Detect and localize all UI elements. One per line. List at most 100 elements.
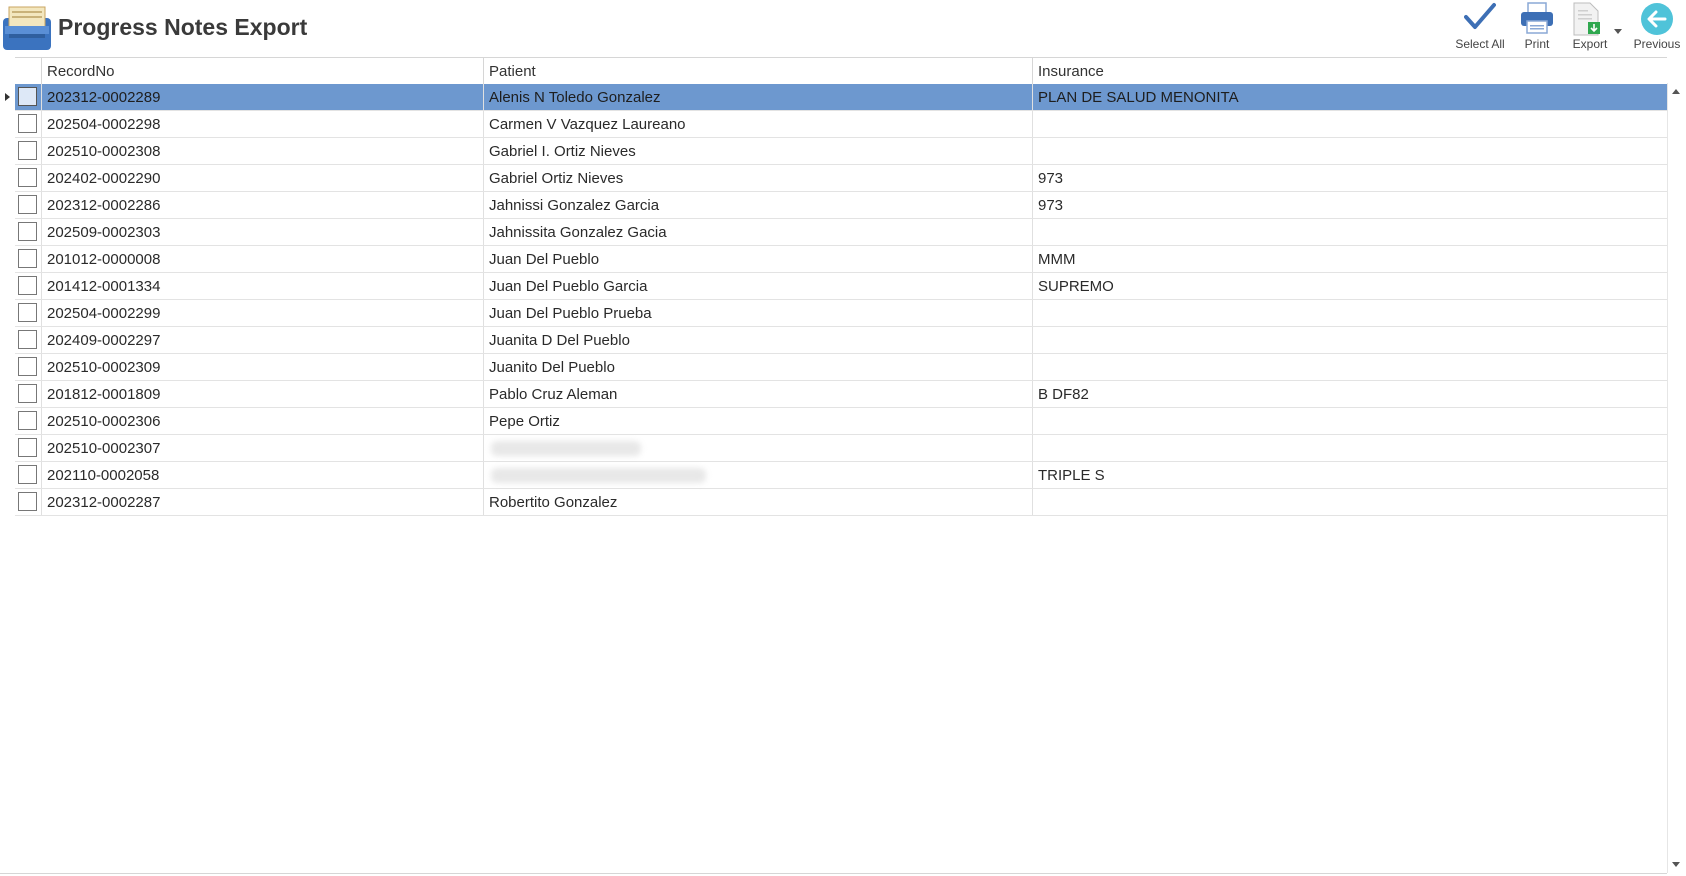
table-row[interactable]: 202409-0002297 Juanita D Del Pueblo	[15, 327, 1667, 354]
cell-patient: Pepe Ortiz	[483, 408, 1032, 434]
cell-insurance	[1032, 354, 1667, 380]
row-checkbox[interactable]	[18, 249, 37, 268]
row-checkbox[interactable]	[18, 276, 37, 295]
cell-insurance	[1032, 408, 1667, 434]
print-button[interactable]: Print	[1516, 0, 1558, 54]
row-checkbox[interactable]	[18, 168, 37, 187]
cell-patient: Jahnissita Gonzalez Gacia	[483, 219, 1032, 245]
table-row[interactable]: 202402-0002290 Gabriel Ortiz Nieves 973	[15, 165, 1667, 192]
app-icon	[3, 4, 53, 50]
header-bar: Progress Notes Export Select All Print E…	[0, 0, 1686, 57]
cell-insurance: MMM	[1032, 246, 1667, 272]
row-checkbox-cell	[15, 111, 41, 137]
table-row[interactable]: 202504-0002298 Carmen V Vazquez Laureano	[15, 111, 1667, 138]
printer-icon	[1520, 2, 1554, 39]
back-arrow-icon	[1640, 2, 1674, 41]
table-row[interactable]: 202510-0002308 Gabriel I. Ortiz Nieves	[15, 138, 1667, 165]
cell-patient: Robertito Gonzalez	[483, 489, 1032, 515]
grid-bottom-border	[0, 873, 1667, 874]
table-row[interactable]: 202312-0002286 Jahnissi Gonzalez Garcia 97…	[15, 192, 1667, 219]
cell-recordno: 202510-0002307	[41, 435, 483, 461]
cell-recordno: 201812-0001809	[41, 381, 483, 407]
cell-insurance: 973	[1032, 192, 1667, 218]
row-checkbox[interactable]	[18, 465, 37, 484]
column-header-recordno[interactable]: RecordNo	[41, 58, 483, 84]
row-checkbox-cell	[15, 246, 41, 272]
checkmark-icon	[1464, 2, 1496, 37]
scroll-up-icon[interactable]	[1672, 89, 1680, 94]
row-checkbox-cell	[15, 381, 41, 407]
cell-patient: Alenis N Toledo Gonzalez	[483, 84, 1032, 110]
cell-patient: Juanita D Del Pueblo	[483, 327, 1032, 353]
cell-patient: Juan Del Pueblo	[483, 246, 1032, 272]
table-row[interactable]: 202110-0002058 TRIPLE S	[15, 462, 1667, 489]
row-checkbox-cell	[15, 138, 41, 164]
cell-insurance	[1032, 219, 1667, 245]
cell-patient: Gabriel I. Ortiz Nieves	[483, 138, 1032, 164]
previous-label: Previous	[1633, 37, 1681, 51]
grid-header: RecordNo Patient Insurance	[15, 57, 1667, 85]
cell-patient: Gabriel Ortiz Nieves	[483, 165, 1032, 191]
row-checkbox-cell	[5, 84, 41, 110]
cell-insurance	[1032, 327, 1667, 353]
export-button[interactable]: Export	[1564, 0, 1626, 54]
table-row[interactable]: 201812-0001809 Pablo Cruz Aleman B DF82	[15, 381, 1667, 408]
table-row[interactable]: 202312-0002289 Alenis N Toledo Gonzalez PL…	[5, 84, 1667, 111]
table-row[interactable]: 202504-0002299 Juan Del Pueblo Prueba	[15, 300, 1667, 327]
export-document-icon	[1572, 2, 1606, 41]
cell-recordno: 202504-0002298	[41, 111, 483, 137]
cell-patient: Juan Del Pueblo Garcia	[483, 273, 1032, 299]
row-checkbox[interactable]	[18, 195, 37, 214]
cell-insurance: PLAN DE SALUD MENONITA	[1032, 84, 1667, 110]
table-row[interactable]: 202509-0002303 Jahnissita Gonzalez Gacia	[15, 219, 1667, 246]
row-checkbox[interactable]	[18, 141, 37, 160]
row-checkbox[interactable]	[18, 411, 37, 430]
row-checkbox-cell	[15, 462, 41, 488]
row-checkbox[interactable]	[18, 114, 37, 133]
export-label: Export	[1572, 37, 1608, 51]
cell-insurance	[1032, 300, 1667, 326]
table-row[interactable]: 201412-0001334 Juan Del Pueblo Garcia SUPR…	[15, 273, 1667, 300]
table-row[interactable]: 202312-0002287 Robertito Gonzalez	[15, 489, 1667, 516]
table-row[interactable]: 202510-0002306 Pepe Ortiz	[15, 408, 1667, 435]
records-grid[interactable]: RecordNo Patient Insurance 202312-000228…	[5, 57, 1667, 517]
table-row[interactable]: 202510-0002307	[15, 435, 1667, 462]
cell-recordno: 202510-0002308	[41, 138, 483, 164]
scroll-down-icon[interactable]	[1672, 862, 1680, 867]
row-checkbox[interactable]	[18, 330, 37, 349]
previous-button[interactable]: Previous	[1632, 0, 1682, 54]
cell-insurance	[1032, 111, 1667, 137]
row-checkbox-cell	[15, 327, 41, 353]
header-checkbox-column	[15, 58, 41, 84]
cell-insurance: TRIPLE S	[1032, 462, 1667, 488]
select-all-button[interactable]: Select All	[1452, 0, 1508, 54]
column-header-patient[interactable]: Patient	[483, 58, 1032, 84]
table-row[interactable]: 202510-0002309 Juanito Del Pueblo	[15, 354, 1667, 381]
cell-insurance	[1032, 138, 1667, 164]
cell-patient: Carmen V Vazquez Laureano	[483, 111, 1032, 137]
row-checkbox[interactable]	[18, 357, 37, 376]
cell-recordno: 202504-0002299	[41, 300, 483, 326]
table-row[interactable]: 201012-0000008 Juan Del Pueblo MMM	[15, 246, 1667, 273]
cell-recordno: 202110-0002058	[41, 462, 483, 488]
cell-patient: Pablo Cruz Aleman	[483, 381, 1032, 407]
row-checkbox[interactable]	[18, 303, 37, 322]
vertical-scrollbar[interactable]	[1667, 83, 1684, 873]
cell-insurance	[1032, 489, 1667, 515]
cell-insurance: 973	[1032, 165, 1667, 191]
row-checkbox[interactable]	[18, 438, 37, 457]
row-checkbox[interactable]	[18, 87, 37, 106]
row-checkbox-cell	[15, 354, 41, 380]
cell-recordno: 202409-0002297	[41, 327, 483, 353]
row-checkbox[interactable]	[18, 492, 37, 511]
cell-patient: Juan Del Pueblo Prueba	[483, 300, 1032, 326]
row-checkbox-cell	[15, 273, 41, 299]
cell-insurance: SUPREMO	[1032, 273, 1667, 299]
row-checkbox[interactable]	[18, 384, 37, 403]
row-checkbox[interactable]	[18, 222, 37, 241]
page-title: Progress Notes Export	[58, 14, 308, 40]
row-checkbox-cell	[15, 489, 41, 515]
column-header-insurance[interactable]: Insurance	[1032, 58, 1667, 84]
print-label: Print	[1524, 37, 1550, 51]
cell-recordno: 201412-0001334	[41, 273, 483, 299]
